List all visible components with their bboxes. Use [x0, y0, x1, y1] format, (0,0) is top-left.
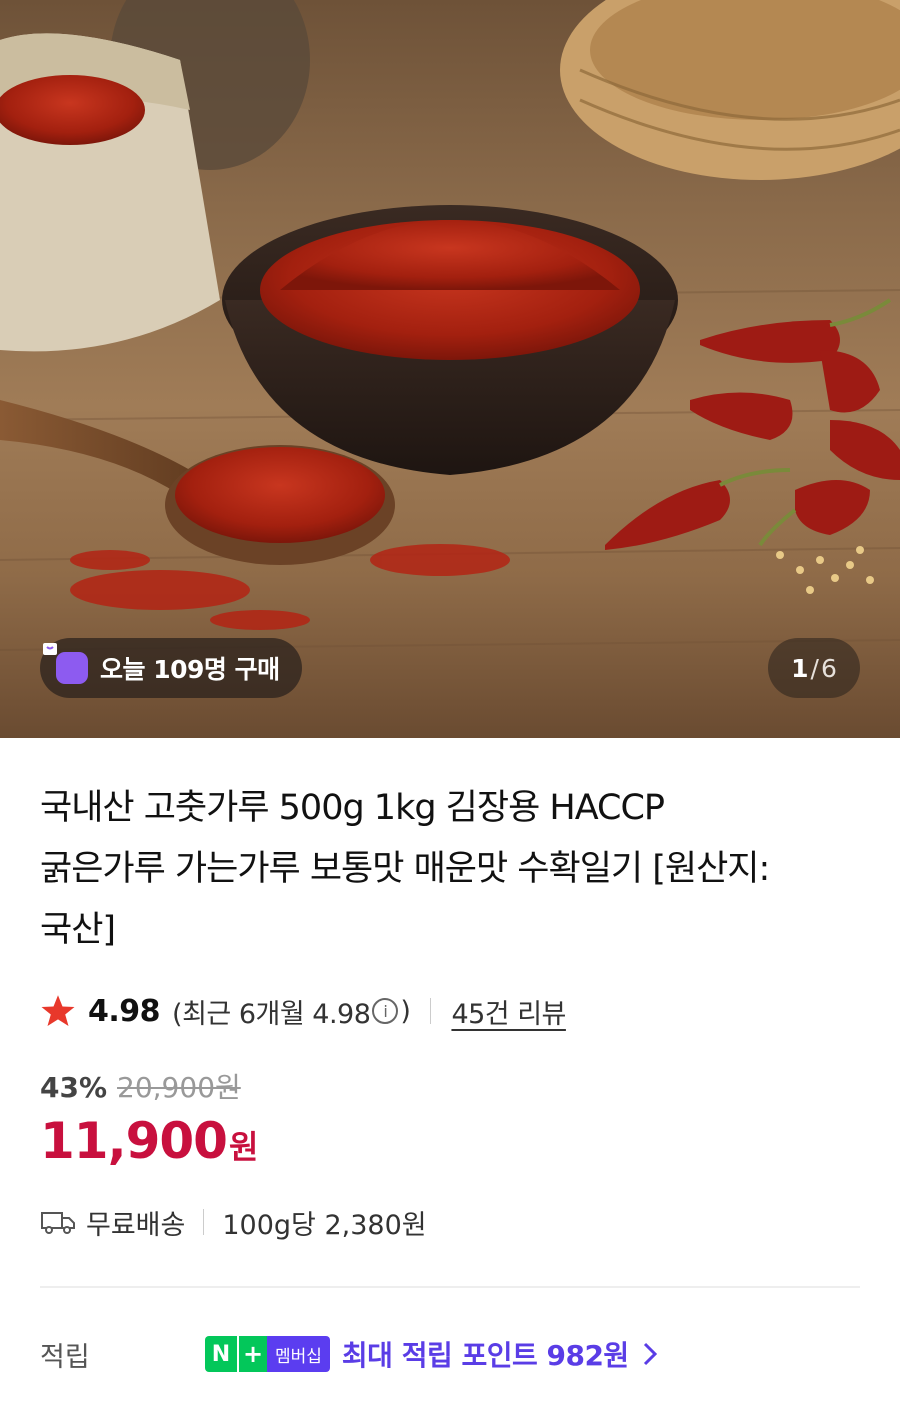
product-title-line: 국산]: [40, 910, 116, 950]
divider: [203, 1209, 205, 1235]
discount-rate: 43%: [40, 1071, 108, 1104]
sale-price-unit: 원: [228, 1128, 259, 1166]
price-row: 11,900 원: [40, 1112, 258, 1170]
pager-current: 1: [791, 653, 809, 683]
rating-recent-close: ): [400, 995, 411, 1027]
star-icon: [41, 995, 75, 1026]
naver-membership-badge: N + 멤버십: [205, 1336, 330, 1372]
membership-label: 멤버십: [267, 1336, 330, 1372]
divider: [430, 998, 432, 1024]
rating-score: 4.98: [88, 993, 161, 1029]
image-pager: 1 / 6: [768, 638, 860, 698]
section-divider: [40, 1286, 860, 1288]
points-row[interactable]: 적립 N + 멤버십 최대 적립 포인트 982원: [40, 1330, 860, 1378]
product-title-line: 굵은가루 가는가루 보통맛 매운맛 수확일기 [원산지:: [40, 849, 770, 889]
points-label: 적립: [40, 1341, 90, 1373]
rating-recent: (최근 6개월 4.98: [172, 998, 371, 1030]
shopping-bag-icon: [43, 643, 88, 684]
info-icon[interactable]: i: [372, 998, 399, 1024]
rating-row: 4.98 (최근 6개월 4.98 i ) 45건 리뷰: [40, 988, 566, 1034]
today-purchase-text: 오늘 109명 구매: [100, 655, 280, 684]
today-purchase-badge: 오늘 109명 구매: [40, 638, 302, 698]
unit-price: 100g당 2,380원: [222, 1209, 427, 1241]
product-title: 국내산 고춧가루 500g 1kg 김장용 HACCP 굵은가루 가는가루 보통…: [40, 778, 870, 961]
free-shipping: 무료배송: [86, 1209, 186, 1241]
product-image[interactable]: 오늘 109명 구매 1 / 6: [0, 0, 900, 738]
product-title-line: 국내산 고춧가루 500g 1kg 김장용 HACCP: [40, 788, 665, 828]
naver-n-logo: N: [205, 1336, 237, 1372]
naver-plus-logo: +: [237, 1336, 267, 1372]
chevron-right-icon[interactable]: [641, 1340, 659, 1368]
discount-row: 43% 20,900원: [40, 1066, 241, 1106]
pager-separator: /: [810, 653, 819, 683]
pager-total: 6: [820, 653, 837, 683]
max-points-text[interactable]: 최대 적립 포인트 982원: [342, 1334, 629, 1374]
truck-icon: [41, 1212, 75, 1234]
sale-price: 11,900: [40, 1112, 228, 1170]
reviews-link[interactable]: 45건 리뷰: [451, 992, 566, 1031]
product-photo: [0, 0, 900, 651]
original-price: 20,900원: [117, 1071, 241, 1104]
shipping-row: 무료배송 100g당 2,380원: [40, 1200, 427, 1244]
